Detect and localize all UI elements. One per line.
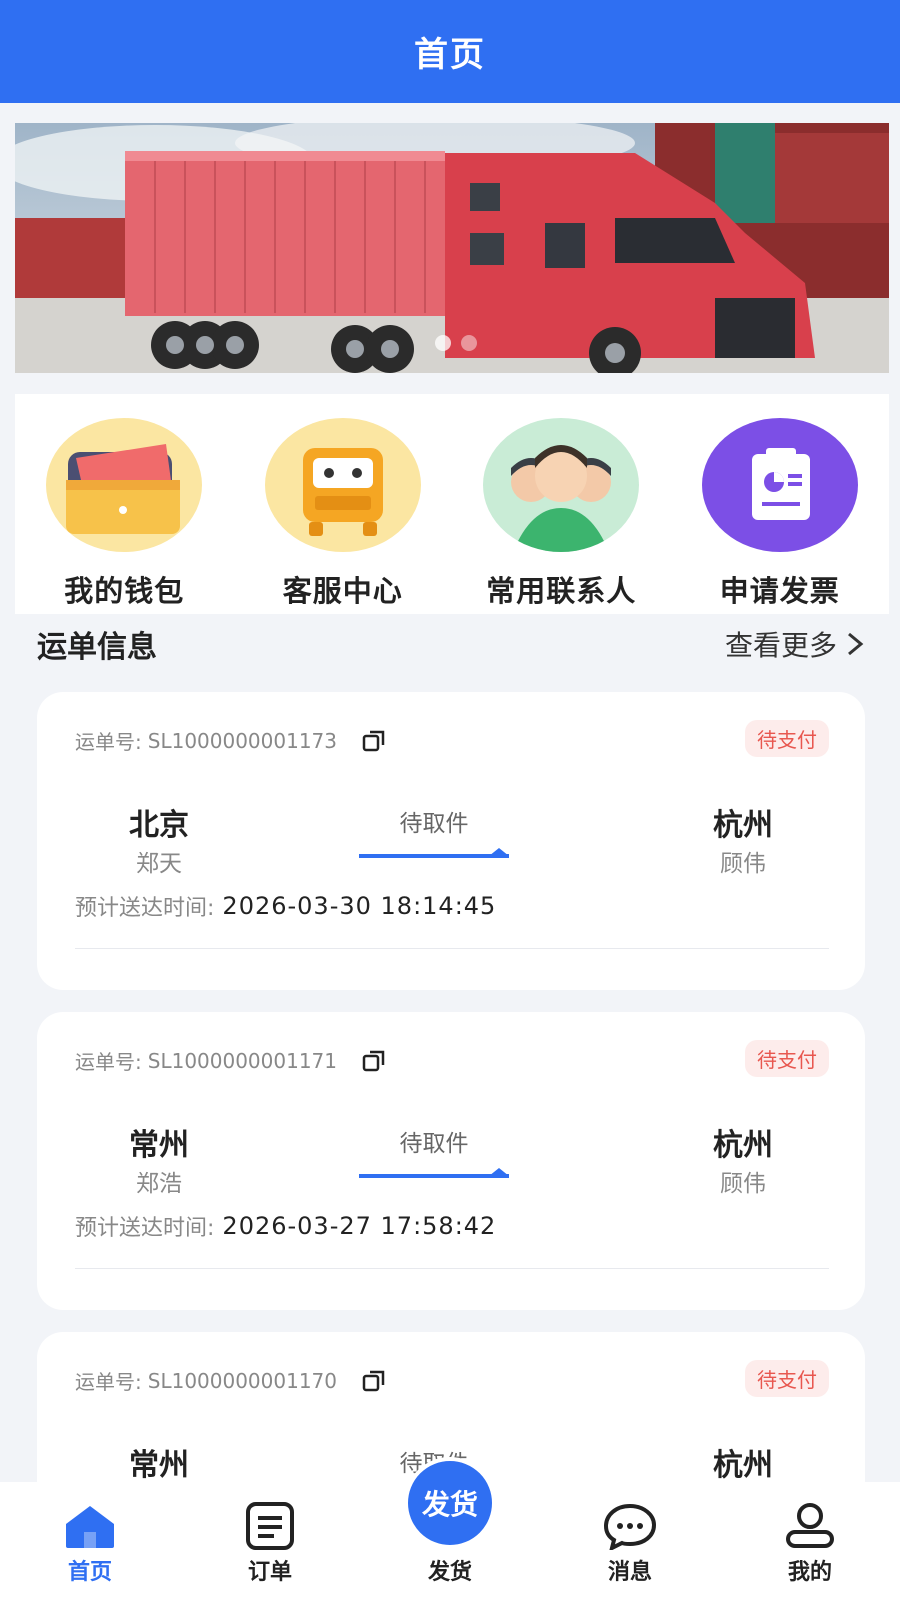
quick-actions: 我的钱包 客服中心 常用联系人 申请发票 [15,394,889,614]
order-number: SL1000000001171 [147,1048,338,1073]
shipment-state: 待取件 [359,804,509,864]
sender-name: 郑浩 [136,1171,182,1197]
customer-service-button[interactable]: 客服中心 [243,418,443,610]
destination: 杭州 顾伟 [683,800,803,878]
chevron-right-icon [848,632,864,656]
origin-city: 北京 [129,808,189,843]
tab-messages[interactable]: 消息 [570,1502,690,1586]
divider [75,1268,829,1269]
waybill-card[interactable]: 运单号: SL1000000001173 待支付 北京 郑天 待取件 杭州 顾伟… [37,692,865,990]
carousel-indicator [435,335,477,351]
view-more-link[interactable]: 查看更多 [725,624,865,664]
order-number: SL1000000001170 [147,1368,338,1393]
banner-carousel[interactable] [15,123,889,373]
origin: 北京 郑天 [99,800,219,878]
eta-row: 预计送达时间: 2026-03-27 17:58:42 [75,1210,496,1242]
sender-name: 郑天 [136,851,182,877]
contacts-icon [483,418,640,552]
status-badge: 待支付 [745,1360,829,1397]
quick-action-label: 我的钱包 [64,574,185,608]
copy-icon[interactable] [361,1368,387,1394]
route-arrow-icon [359,1168,509,1178]
carousel-dot[interactable] [461,335,477,351]
status-badge: 待支付 [745,1040,829,1077]
recipient-name: 顾伟 [720,1171,766,1197]
eta-label: 预计送达时间: [75,896,215,921]
tab-label: 发货 [427,1560,472,1585]
tab-label: 消息 [607,1560,652,1585]
invoice-icon [701,418,858,552]
shipment-state: 待取件 [359,1124,509,1184]
quick-action-label: 常用联系人 [486,574,637,608]
tab-label: 我的 [787,1560,832,1585]
shipment-state-label: 待取件 [399,1131,469,1157]
order-number-label: 运单号: [75,1050,142,1074]
tab-label: 首页 [67,1560,112,1585]
eta-label: 预计送达时间: [75,1216,215,1241]
origin-city: 常州 [129,1128,189,1163]
copy-icon[interactable] [361,1048,387,1074]
eta-time: 2026-03-30 18:14:45 [222,892,497,920]
profile-icon [786,1503,834,1548]
eta-time: 2026-03-27 17:58:42 [222,1212,497,1240]
quick-action-label: 客服中心 [282,574,403,608]
shipment-state-label: 待取件 [399,811,469,837]
destination-city: 杭州 [713,1448,773,1483]
tab-profile[interactable]: 我的 [750,1502,870,1586]
invoice-button[interactable]: 申请发票 [680,418,880,610]
destination: 杭州 顾伟 [683,1120,803,1198]
wallet-button[interactable]: 我的钱包 [24,418,224,610]
top-bar: 首页 [0,0,900,103]
divider [75,948,829,949]
ship-button[interactable]: 发货 [404,1457,496,1549]
contacts-button[interactable]: 常用联系人 [461,418,661,610]
tab-orders[interactable]: 订单 [210,1502,330,1586]
customer-service-icon [264,418,421,552]
route-arrow-icon [359,848,509,858]
order-number: SL1000000001173 [147,728,338,753]
order-number-row: 运单号: SL1000000001171 [75,1046,387,1075]
view-more-label: 查看更多 [724,629,837,662]
copy-icon[interactable] [361,728,387,754]
waybill-card[interactable]: 运单号: SL1000000001171 待支付 常州 郑浩 待取件 杭州 顾伟… [37,1012,865,1310]
message-icon [603,1503,657,1550]
status-badge: 待支付 [745,720,829,757]
order-number-label: 运单号: [75,730,142,754]
quick-action-label: 申请发票 [719,574,840,608]
tab-home[interactable]: 首页 [30,1502,150,1586]
recipient-name: 顾伟 [720,851,766,877]
destination-city: 杭州 [713,1128,773,1163]
orders-icon [246,1502,294,1550]
order-number-row: 运单号: SL1000000001170 [75,1366,387,1395]
page-title: 首页 [414,35,486,75]
eta-row: 预计送达时间: 2026-03-30 18:14:45 [75,890,496,922]
destination-city: 杭州 [713,808,773,843]
tab-label: 订单 [247,1560,292,1585]
home-icon [66,1506,114,1548]
section-title: 运单信息 [37,630,157,665]
origin-city: 常州 [129,1448,189,1483]
origin: 常州 郑浩 [99,1120,219,1198]
wallet-icon [46,418,203,552]
waybill-section-header: 运单信息 查看更多 [37,622,865,666]
order-number-row: 运单号: SL1000000001173 [75,726,387,755]
order-number-label: 运单号: [75,1370,142,1394]
carousel-dot[interactable] [435,335,451,351]
